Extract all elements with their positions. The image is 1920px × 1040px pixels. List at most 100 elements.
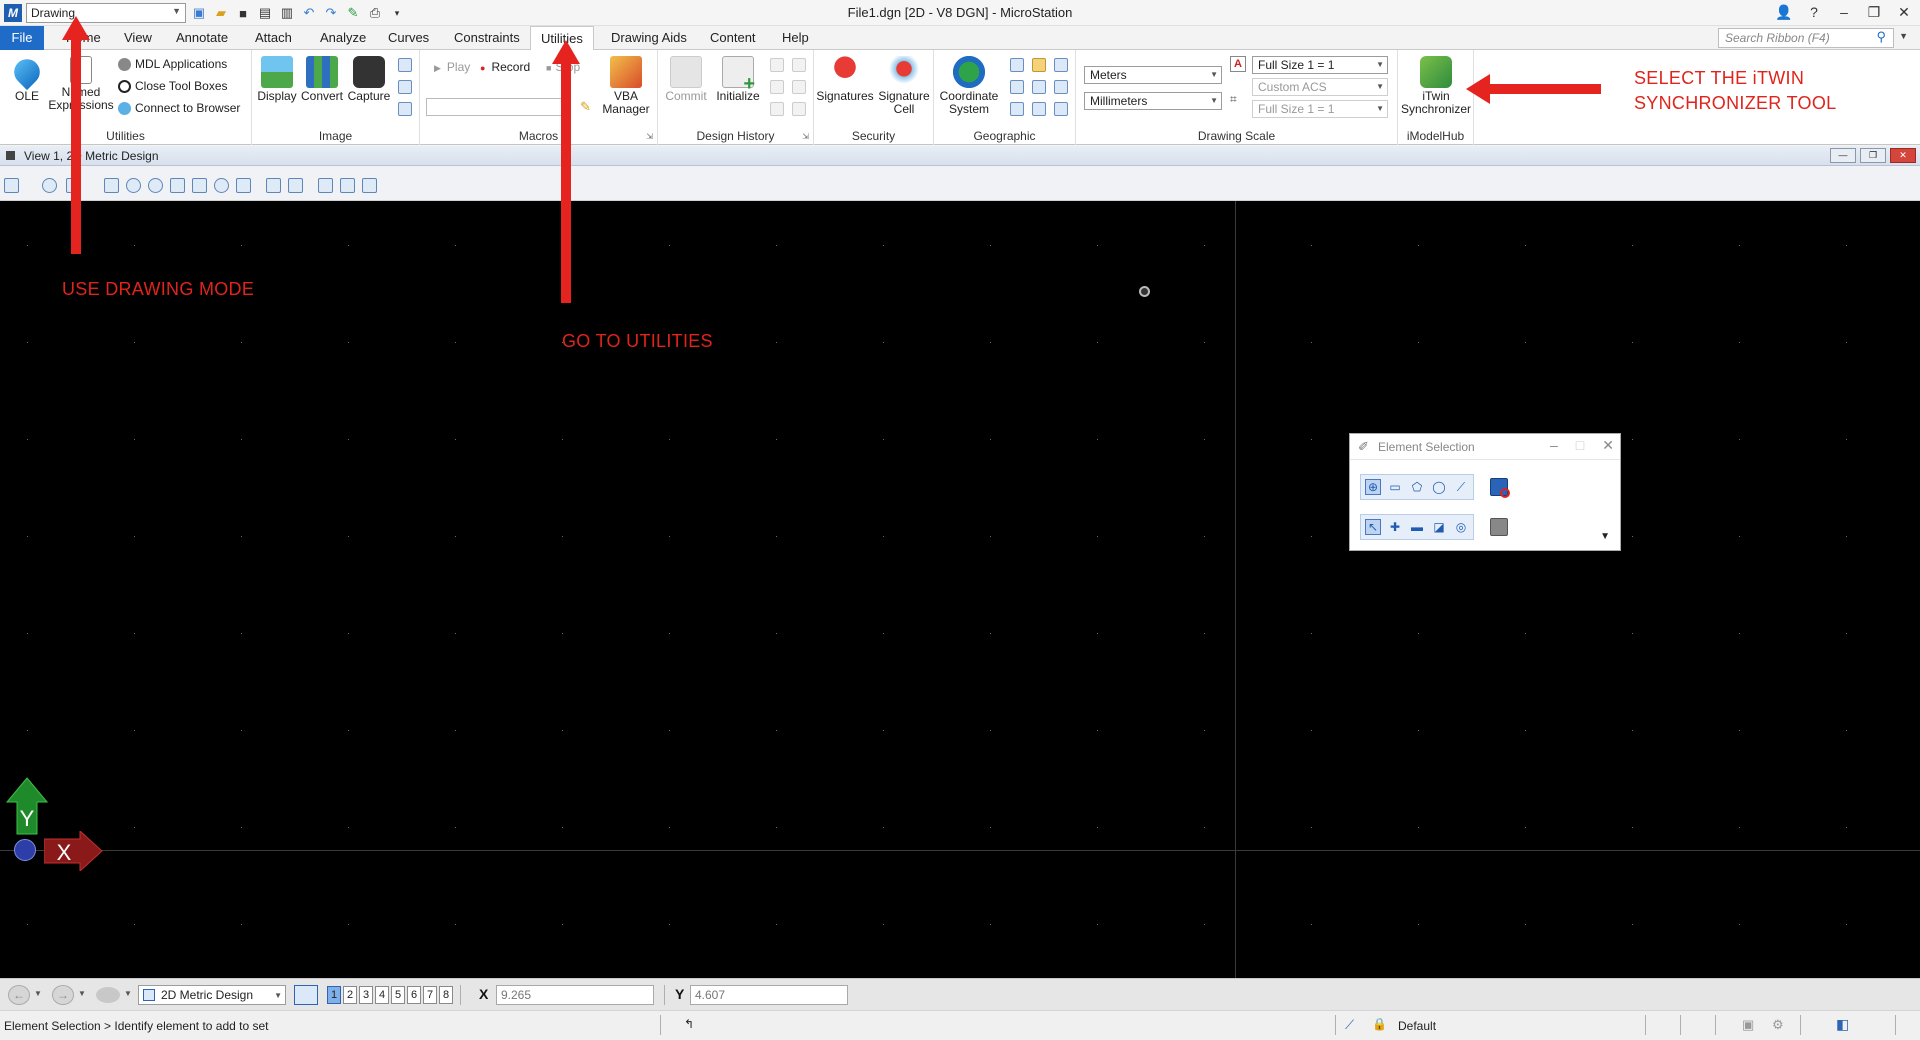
geo-tool-4-icon[interactable] [1010,80,1024,94]
minimize-icon[interactable]: – [1834,2,1854,22]
copy-view-icon[interactable] [318,178,333,193]
maximize-icon[interactable]: □ [1576,437,1584,454]
pencil-icon[interactable]: ✎ [580,99,591,115]
acs-icon[interactable]: ⌗ [1230,92,1246,108]
restore-icon[interactable]: ❐ [1864,2,1884,22]
new-mode-icon[interactable]: ↖ [1365,519,1381,535]
block-method-icon[interactable]: ▭ [1387,479,1403,495]
clip-mask-icon[interactable] [362,178,377,193]
tab-drawing-aids[interactable]: Drawing Aids [601,26,697,50]
shape-method-icon[interactable]: ⬠ [1409,479,1425,495]
zoom-in-icon[interactable] [126,178,141,193]
view-number-button-2[interactable]: 2 [343,986,357,1004]
convert-image-button[interactable]: Convert [300,56,344,103]
image-tool-1-icon[interactable] [398,58,412,72]
pan-view-icon[interactable] [236,178,251,193]
view-attributes-icon[interactable] [4,178,19,193]
select-all-icon[interactable]: ◎ [1453,519,1469,535]
coordinate-system-button[interactable]: Coordinate System [938,56,1000,116]
expand-dialog-icon[interactable]: ▼ [1600,531,1610,542]
save-settings-icon[interactable]: ▤ [256,4,274,22]
master-units-select[interactable]: Meters ▼ [1084,66,1222,84]
view-close-icon[interactable]: ✕ [1890,148,1916,163]
drawing-canvas[interactable]: USE DRAWING MODE GO TO UTILITIES Y X ✐ E… [0,201,1920,978]
view-menu-icon[interactable] [6,151,15,160]
commit-button[interactable]: Commit [662,56,710,103]
annotation-scale-icon[interactable]: A [1230,56,1246,72]
individual-method-icon[interactable]: ⊕ [1365,479,1381,495]
chevron-down-icon[interactable]: ▼ [34,989,42,998]
zoom-out-icon[interactable] [148,178,163,193]
tab-constraints[interactable]: Constraints [444,26,530,50]
ole-button[interactable]: OLE [6,53,48,103]
display-style-icon[interactable] [42,178,57,193]
connect-to-browser-button[interactable]: Connect to Browser [118,99,240,117]
rotate-view-icon[interactable] [214,178,229,193]
dialog-launcher-icon[interactable]: ⇲ [646,132,653,141]
x-coordinate-field[interactable]: 9.265 [496,985,654,1005]
undo-icon[interactable]: ↶ [300,4,318,22]
selection-filter-icon[interactable] [1490,518,1508,536]
clip-volume-icon[interactable] [340,178,355,193]
active-model-select[interactable]: 2D Metric Design ▼ [138,985,286,1005]
tab-help[interactable]: Help [772,26,819,50]
close-tool-boxes-button[interactable]: Close Tool Boxes [118,77,228,95]
view-number-button-7[interactable]: 7 [423,986,437,1004]
minimize-icon[interactable]: – [1550,437,1558,454]
mdl-applications-button[interactable]: MDL Applications [118,55,227,73]
geo-tool-8-icon[interactable] [1032,102,1046,116]
message-center-icon[interactable]: ↰ [684,1017,694,1031]
geo-tool-3-icon[interactable] [1054,58,1068,72]
history-tool-5-icon[interactable] [770,102,784,116]
record-macro-button[interactable]: ● Record [480,58,530,76]
macro-name-input[interactable] [426,98,568,116]
tab-attach[interactable]: Attach [245,26,302,50]
tab-annotate[interactable]: Annotate [166,26,238,50]
chevron-down-icon[interactable]: ▼ [124,989,132,998]
view-number-button-6[interactable]: 6 [407,986,421,1004]
forward-icon[interactable]: → [52,985,74,1005]
history-tool-1-icon[interactable] [770,58,784,72]
user-icon[interactable]: 👤 [1774,2,1794,22]
geo-tool-1-icon[interactable] [1010,58,1024,72]
view-number-button-5[interactable]: 5 [391,986,405,1004]
element-selection-header[interactable]: ✐ Element Selection – □ ✕ [1350,434,1620,460]
named-expressions-button[interactable]: Named Expressions [48,56,114,112]
sync-status-icon[interactable]: ◧ [1836,1016,1849,1033]
capture-image-button[interactable]: Capture [346,56,392,103]
subtract-mode-icon[interactable]: ▬ [1409,519,1425,535]
tab-curves[interactable]: Curves [378,26,439,50]
print-icon[interactable]: ⎙ [366,4,384,22]
sub-units-select[interactable]: Millimeters ▼ [1084,92,1222,110]
image-tool-3-icon[interactable] [398,102,412,116]
view-next-icon[interactable] [288,178,303,193]
display-image-button[interactable]: Display [256,56,298,103]
redo-icon[interactable]: ↷ [322,4,340,22]
search-icon[interactable]: ⚲ [1876,29,1886,45]
compress-icon[interactable]: ▥ [278,4,296,22]
close-icon[interactable]: ✕ [1894,2,1914,22]
fit-view-icon[interactable] [192,178,207,193]
signatures-button[interactable]: Signatures [816,56,874,103]
vba-manager-button[interactable]: VBA Manager [598,56,654,116]
geo-tool-9-icon[interactable] [1054,102,1068,116]
microstation-logo-icon[interactable]: M [4,4,22,22]
view-restore-icon[interactable]: ❐ [1860,148,1886,163]
geo-tool-6-icon[interactable] [1054,80,1068,94]
open-folder-icon[interactable]: ▰ [212,4,230,22]
circle-method-icon[interactable]: ◯ [1431,479,1447,495]
custom-acs-select[interactable]: Custom ACS ▼ [1252,78,1388,96]
tab-view[interactable]: View [114,26,162,50]
itwin-synchronizer-button[interactable]: iTwin Synchronizer [1400,56,1472,116]
annotation-scale-select[interactable]: Full Size 1 = 1 ▼ [1252,100,1388,118]
lock-icon[interactable]: 🔒 [1372,1017,1387,1031]
geo-tool-7-icon[interactable] [1010,102,1024,116]
window-area-icon[interactable] [170,178,185,193]
image-tool-2-icon[interactable] [398,80,412,94]
geo-tool-5-icon[interactable] [1032,80,1046,94]
dialog-launcher-icon[interactable]: ⇲ [802,132,809,141]
y-coordinate-field[interactable]: 4.607 [690,985,848,1005]
view-previous-icon[interactable] [266,178,281,193]
active-level[interactable]: Default [1398,1019,1436,1033]
snap-mode-icon[interactable]: ⟋ [1345,1017,1354,1033]
